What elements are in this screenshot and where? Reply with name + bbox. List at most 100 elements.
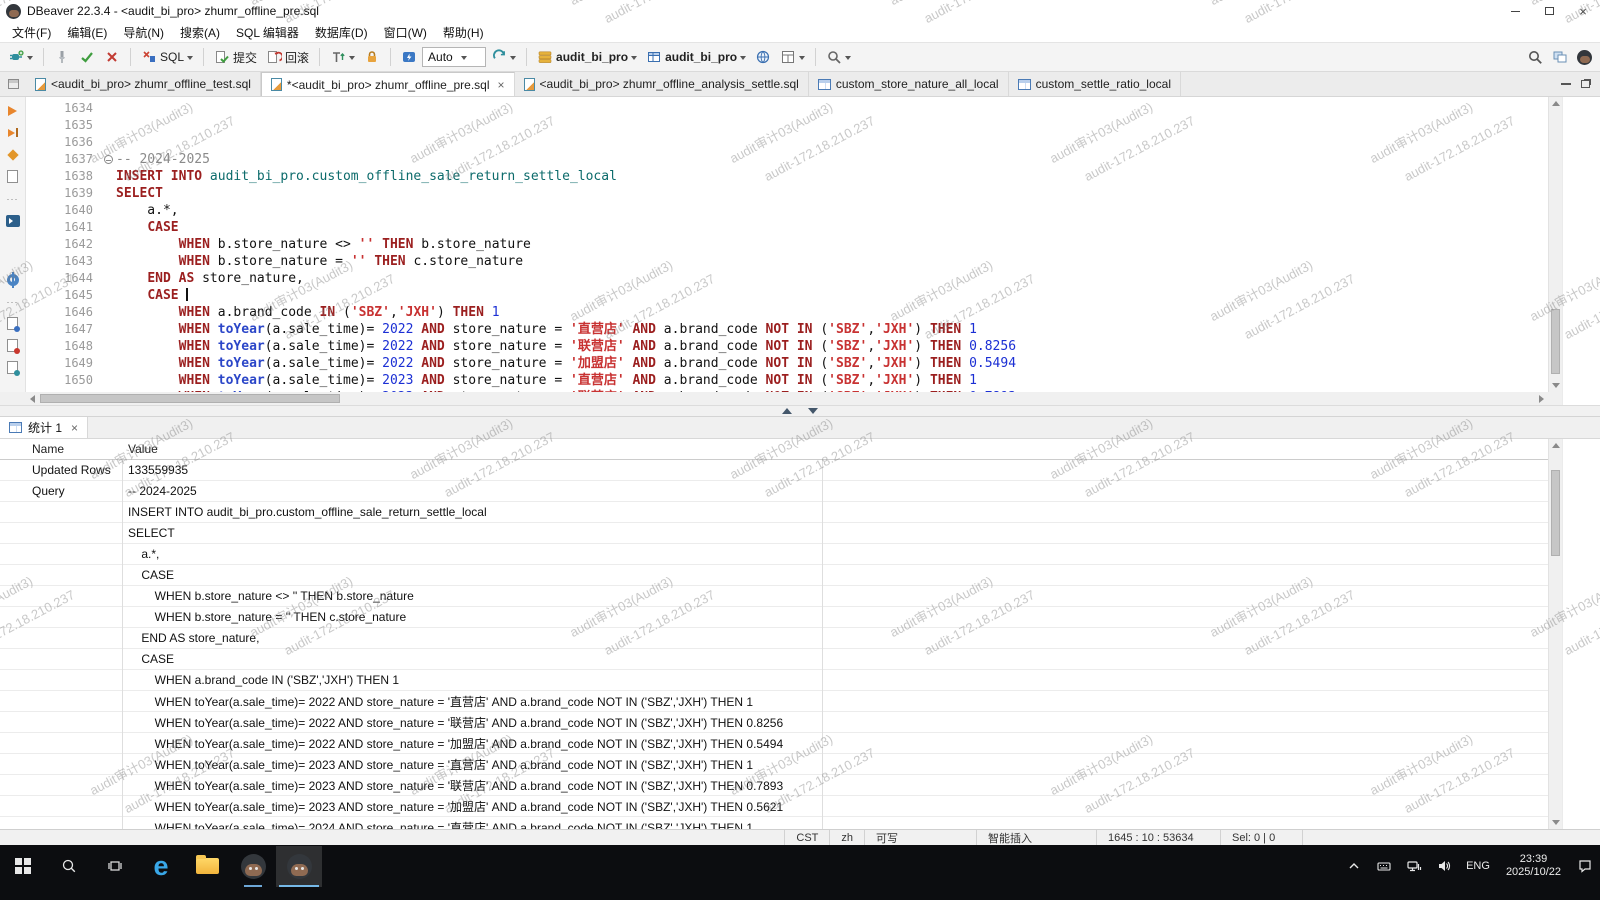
- scroll-right-icon[interactable]: [1535, 392, 1548, 405]
- column-divider[interactable]: [122, 439, 123, 829]
- minimize-button[interactable]: [1498, 0, 1532, 22]
- transaction-mode-button[interactable]: [326, 45, 359, 69]
- scroll-down-icon[interactable]: [1549, 379, 1562, 392]
- code-line[interactable]: 1644 END AS store_nature,: [26, 270, 1548, 287]
- results-vertical-scrollbar[interactable]: [1548, 439, 1562, 829]
- code-line[interactable]: 1636: [26, 134, 1548, 151]
- connection-lock-button[interactable]: [360, 45, 384, 69]
- code-line[interactable]: 1634: [26, 100, 1548, 117]
- menu-item[interactable]: SQL 编辑器: [228, 22, 307, 43]
- execute-statement-icon[interactable]: [4, 103, 22, 118]
- output-panel-icon[interactable]: [4, 316, 22, 331]
- navigator-sync-button[interactable]: [751, 45, 775, 69]
- maximize-panel-icon[interactable]: [782, 408, 792, 414]
- sql-dialect-select[interactable]: SQL: [137, 45, 197, 69]
- more-panels-icon[interactable]: ···: [4, 294, 22, 309]
- pin-editor-button[interactable]: [50, 45, 74, 69]
- code-line[interactable]: 1637-- 2024-2025: [26, 151, 1548, 168]
- scroll-down-icon[interactable]: [1549, 816, 1562, 829]
- table-row[interactable]: INSERT INTO audit_bi_pro.custom_offline_…: [0, 502, 1548, 523]
- query-log-icon[interactable]: [4, 360, 22, 375]
- revert-changes-button[interactable]: [100, 45, 124, 69]
- table-row[interactable]: WHEN a.brand_code IN ('SBZ','JXH') THEN …: [0, 670, 1548, 691]
- language-indicator[interactable]: ENG: [1459, 846, 1497, 887]
- scroll-left-icon[interactable]: [26, 392, 39, 405]
- dbeaver-taskbar-button-active[interactable]: [276, 846, 322, 887]
- volume-button[interactable]: [1429, 846, 1459, 887]
- table-row[interactable]: WHEN b.store_nature = '' THEN c.store_na…: [0, 607, 1548, 628]
- minimize-editor-icon[interactable]: [1561, 83, 1571, 85]
- table-row[interactable]: SELECT: [0, 523, 1548, 544]
- script-log-icon[interactable]: [4, 169, 22, 184]
- edge-button[interactable]: e: [138, 846, 184, 887]
- table-row[interactable]: WHEN toYear(a.sale_time)= 2023 AND store…: [0, 754, 1548, 775]
- start-button[interactable]: [0, 846, 46, 887]
- editor-tab[interactable]: custom_store_nature_all_local: [809, 72, 1009, 96]
- commit-button[interactable]: 提交: [210, 45, 261, 69]
- code-line[interactable]: 1648 WHEN toYear(a.sale_time)= 2022 AND …: [26, 338, 1548, 355]
- editor-horizontal-scrollbar[interactable]: [26, 392, 1548, 405]
- menu-item[interactable]: 编辑(E): [59, 22, 115, 43]
- toolbar-search-button[interactable]: [822, 45, 855, 69]
- column-divider[interactable]: [822, 439, 823, 829]
- action-center-button[interactable]: [1570, 846, 1600, 887]
- scroll-up-icon[interactable]: [1549, 97, 1562, 110]
- code-line[interactable]: 1646 WHEN a.brand_code IN ('SBZ','JXH') …: [26, 304, 1548, 321]
- fold-collapse-icon[interactable]: [100, 151, 116, 168]
- maximize-editor-icon[interactable]: [1581, 80, 1590, 88]
- layout-button[interactable]: [776, 45, 809, 69]
- menu-item[interactable]: 数据库(D): [307, 22, 376, 43]
- code-line[interactable]: 1640 a.*,: [26, 202, 1548, 219]
- autocommit-select[interactable]: Auto: [422, 47, 486, 67]
- table-row[interactable]: WHEN b.store_nature <> '' THEN b.store_n…: [0, 586, 1548, 607]
- editor-tab[interactable]: custom_settle_ratio_local: [1009, 72, 1181, 96]
- schema-select[interactable]: audit_bi_pro: [642, 45, 750, 69]
- code-line[interactable]: 1649 WHEN toYear(a.sale_time)= 2022 AND …: [26, 355, 1548, 372]
- close-button[interactable]: ×: [1566, 0, 1600, 22]
- menu-item[interactable]: 搜索(A): [172, 22, 228, 43]
- table-row[interactable]: CASE: [0, 649, 1548, 670]
- column-header-name[interactable]: Name: [0, 442, 122, 456]
- code-line[interactable]: 1639SELECT: [26, 185, 1548, 202]
- table-row[interactable]: WHEN toYear(a.sale_time)= 2024 AND store…: [0, 817, 1548, 829]
- code-line[interactable]: 1647 WHEN toYear(a.sale_time)= 2022 AND …: [26, 321, 1548, 338]
- explain-plan-icon[interactable]: [4, 147, 22, 162]
- code-line[interactable]: 1635: [26, 117, 1548, 134]
- maximize-button[interactable]: [1532, 0, 1566, 22]
- autocommit-mode-button[interactable]: [397, 45, 421, 69]
- table-row[interactable]: END AS store_nature,: [0, 628, 1548, 649]
- file-explorer-button[interactable]: [184, 846, 230, 887]
- tray-expand-button[interactable]: [1339, 846, 1369, 887]
- menu-item[interactable]: 导航(N): [115, 22, 172, 43]
- code-line[interactable]: 1642 WHEN b.store_nature <> '' THEN b.st…: [26, 236, 1548, 253]
- editor-vertical-scrollbar[interactable]: [1548, 97, 1562, 392]
- table-row[interactable]: Updated Rows133559935: [0, 460, 1548, 481]
- view-menu-button[interactable]: [0, 72, 26, 96]
- code-line[interactable]: 1641 CASE: [26, 219, 1548, 236]
- code-line[interactable]: 1643 WHEN b.store_nature = '' THEN c.sto…: [26, 253, 1548, 270]
- error-log-icon[interactable]: [4, 338, 22, 353]
- scrollbar-thumb[interactable]: [40, 394, 340, 403]
- scrollbar-thumb[interactable]: [1551, 470, 1560, 556]
- menu-item[interactable]: 帮助(H): [435, 22, 492, 43]
- commit-changes-button[interactable]: [75, 45, 99, 69]
- database-select[interactable]: audit_bi_pro: [533, 45, 641, 69]
- menu-item[interactable]: 文件(F): [4, 22, 59, 43]
- editor-tab[interactable]: <audit_bi_pro> zhumr_offline_analysis_se…: [515, 72, 809, 96]
- close-icon[interactable]: ×: [71, 421, 78, 435]
- table-row[interactable]: CASE: [0, 565, 1548, 586]
- table-row[interactable]: WHEN toYear(a.sale_time)= 2023 AND store…: [0, 796, 1548, 817]
- table-row[interactable]: WHEN toYear(a.sale_time)= 2022 AND store…: [0, 691, 1548, 712]
- table-row[interactable]: Query-- 2024-2025: [0, 481, 1548, 502]
- code-line[interactable]: 1645 CASE: [26, 287, 1548, 304]
- network-button[interactable]: [1399, 846, 1429, 887]
- scroll-up-icon[interactable]: [1549, 439, 1562, 452]
- more-actions-icon[interactable]: ···: [4, 191, 22, 206]
- perspective-button[interactable]: [1548, 45, 1572, 69]
- table-row[interactable]: WHEN toYear(a.sale_time)= 2022 AND store…: [0, 733, 1548, 754]
- taskbar-clock[interactable]: 23:39 2025/10/22: [1497, 853, 1570, 879]
- table-row[interactable]: WHEN toYear(a.sale_time)= 2023 AND store…: [0, 775, 1548, 796]
- code-line[interactable]: 1638INSERT INTO audit_bi_pro.custom_offl…: [26, 168, 1548, 185]
- table-row[interactable]: WHEN toYear(a.sale_time)= 2022 AND store…: [0, 712, 1548, 733]
- close-icon[interactable]: ×: [498, 78, 505, 92]
